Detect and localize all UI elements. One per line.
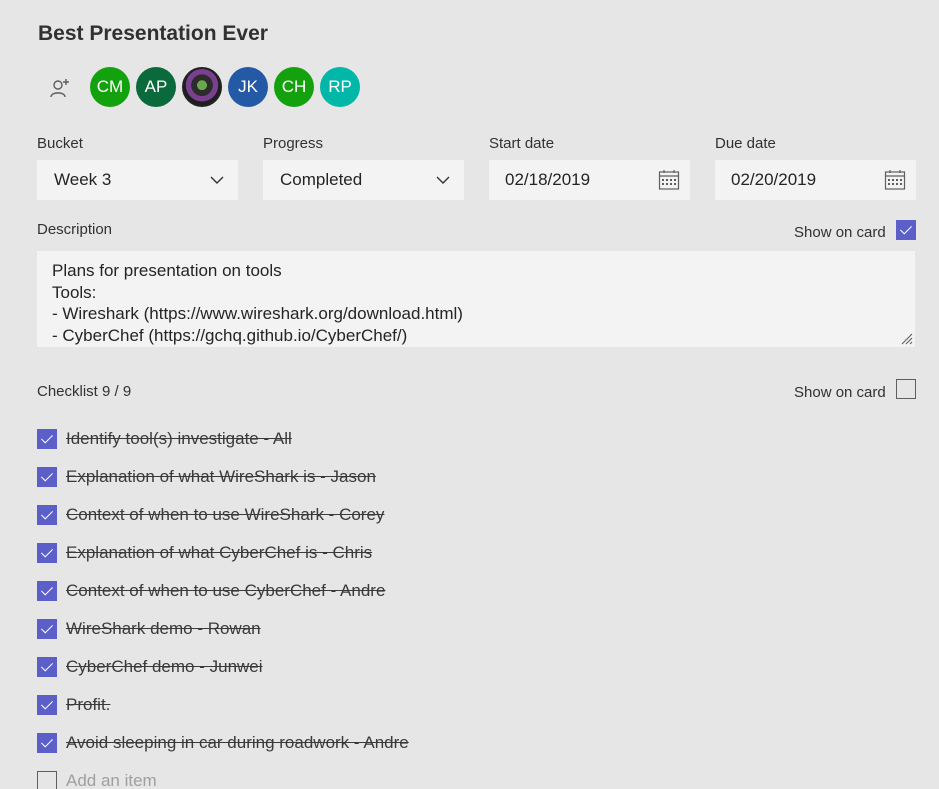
description-line: - CyberChef (https://gchq.github.io/Cybe…	[52, 325, 408, 345]
calendar-icon[interactable]	[658, 169, 680, 191]
checklist-item-checkbox[interactable]	[37, 505, 57, 525]
progress-dropdown[interactable]: Completed	[263, 160, 464, 200]
checklist-item: Explanation of what CyberChef is - Chris	[37, 534, 409, 572]
assignee-avatar[interactable]: AP	[136, 67, 176, 107]
assignee-avatar[interactable]: CM	[90, 67, 130, 107]
checklist-item-checkbox[interactable]	[37, 467, 57, 487]
checklist-item-checkbox[interactable]	[37, 657, 57, 677]
chevron-down-icon	[436, 176, 450, 184]
checklist-item: Explanation of what WireShark is - Jason	[37, 458, 409, 496]
assignee-avatar[interactable]	[182, 67, 222, 107]
assignee-avatar[interactable]: JK	[228, 67, 268, 107]
checklist-item-text[interactable]: Avoid sleeping in car during roadwork - …	[66, 733, 409, 753]
progress-value: Completed	[280, 170, 363, 189]
due-date-value: 02/20/2019	[731, 170, 817, 189]
due-date-label: Due date	[715, 135, 776, 152]
assignee-avatar[interactable]: CH	[274, 67, 314, 107]
checklist-item-checkbox[interactable]	[37, 619, 57, 639]
description-show-on-card-label: Show on card	[794, 224, 886, 241]
calendar-icon[interactable]	[884, 169, 906, 191]
checklist-item-checkbox[interactable]	[37, 733, 57, 753]
checklist-item-text[interactable]: Profit.	[66, 695, 110, 715]
description-line: Plans for presentation on tools	[52, 261, 282, 280]
assignee-avatar[interactable]: RP	[320, 67, 360, 107]
add-item-input[interactable]: Add an item	[66, 771, 157, 789]
checklist-item-text[interactable]: Explanation of what WireShark is - Jason	[66, 467, 376, 487]
description-line: - Wireshark (https://www.wireshark.org/d…	[52, 304, 463, 323]
checklist-item-checkbox[interactable]	[37, 695, 57, 715]
checklist-show-on-card-checkbox[interactable]	[896, 379, 916, 399]
checklist-item-text[interactable]: Context of when to use CyberChef - Andre	[66, 581, 385, 601]
checklist-item-checkbox[interactable]	[37, 543, 57, 563]
start-date-value: 02/18/2019	[505, 170, 591, 189]
checklist-item: Context of when to use WireShark - Corey	[37, 496, 409, 534]
checklist-item-text[interactable]: Identify tool(s) investigate - All	[66, 429, 292, 449]
checklist-item-text[interactable]: Context of when to use WireShark - Corey	[66, 505, 384, 525]
checklist-item-checkbox[interactable]	[37, 429, 57, 449]
bucket-value: Week 3	[54, 170, 112, 189]
start-date-label: Start date	[489, 135, 555, 152]
add-checklist-item[interactable]: Add an item	[37, 762, 409, 789]
checklist-item-text[interactable]: Explanation of what CyberChef is - Chris	[66, 543, 372, 563]
due-date-field[interactable]: 02/20/2019	[715, 160, 916, 200]
start-date-field[interactable]: 02/18/2019	[489, 160, 690, 200]
resize-handle-icon[interactable]	[899, 331, 913, 345]
checklist-show-on-card-label: Show on card	[794, 384, 886, 401]
assign-button[interactable]	[44, 72, 76, 104]
description-label: Description	[37, 221, 113, 238]
bucket-label: Bucket	[37, 135, 83, 152]
checklist-title: Checklist 9 / 9	[37, 383, 132, 400]
checklist-item: Avoid sleeping in car during roadwork - …	[37, 724, 409, 762]
checklist-item: CyberChef demo - Junwei	[37, 648, 409, 686]
checklist-item-text[interactable]: WireShark demo - Rowan	[66, 619, 261, 639]
add-item-checkbox[interactable]	[37, 771, 57, 789]
checklist-item: Profit.	[37, 686, 409, 724]
checklist-items: Identify tool(s) investigate - All Explan…	[37, 420, 409, 789]
description-line: Tools:	[52, 282, 97, 302]
add-person-icon	[50, 79, 69, 98]
chevron-down-icon	[210, 176, 224, 184]
bucket-dropdown[interactable]: Week 3	[37, 160, 238, 200]
task-title[interactable]: Best Presentation Ever	[38, 22, 268, 46]
description-show-on-card-checkbox[interactable]	[896, 220, 916, 240]
assignee-list: CM AP JK CH RP	[90, 67, 360, 107]
checklist-item-text[interactable]: CyberChef demo - Junwei	[66, 657, 263, 677]
checklist-item: Identify tool(s) investigate - All	[37, 420, 409, 458]
checklist-item: WireShark demo - Rowan	[37, 610, 409, 648]
description-textarea[interactable]: Plans for presentation on tools Tools: -…	[37, 251, 915, 347]
checklist-item-checkbox[interactable]	[37, 581, 57, 601]
checklist-item: Context of when to use CyberChef - Andre	[37, 572, 409, 610]
progress-label: Progress	[263, 135, 324, 152]
